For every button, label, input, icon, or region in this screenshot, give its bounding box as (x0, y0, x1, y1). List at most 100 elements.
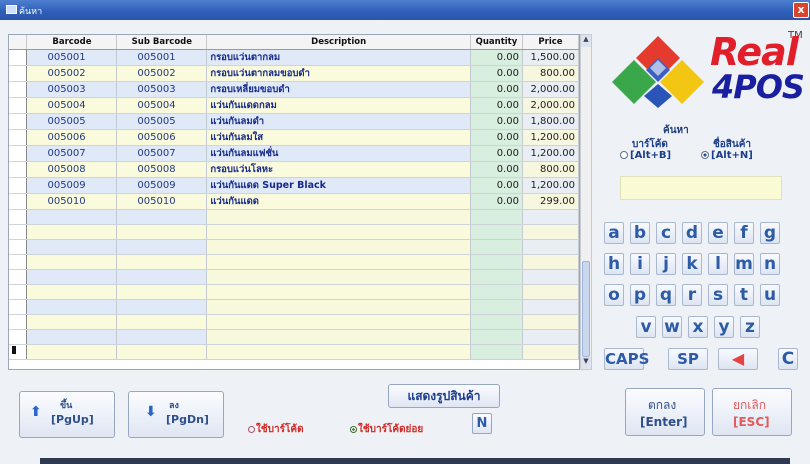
key-l[interactable]: l (708, 253, 728, 275)
price-cell[interactable]: 1,200.00 (522, 129, 579, 146)
price-cell[interactable]: 1,200.00 (522, 177, 579, 194)
cancel-button[interactable]: ยกเลิก [ESC] (712, 388, 792, 436)
empty-cell[interactable] (26, 299, 118, 315)
n-button[interactable]: N (472, 413, 492, 434)
empty-cell[interactable] (26, 314, 118, 330)
key-h[interactable]: h (604, 253, 624, 275)
sub-barcode-cell[interactable]: 005004 (116, 97, 208, 114)
empty-row[interactable] (9, 269, 579, 285)
key-r[interactable]: r (682, 284, 702, 306)
table-row[interactable]: 005005 005005 แว่นกันลมดำ 0.00 1,800.00 (9, 113, 579, 130)
key-m[interactable]: m (734, 253, 754, 275)
caps-key[interactable]: CAPS (604, 348, 649, 370)
product-grid[interactable]: Barcode Sub Barcode Description Quantity… (8, 34, 580, 370)
key-p[interactable]: p (630, 284, 650, 306)
empty-row[interactable] (9, 329, 579, 345)
row-indicator[interactable] (9, 81, 28, 98)
description-cell[interactable]: แว่นกันลมแฟชั่น (206, 145, 471, 162)
sub-barcode-cell[interactable]: 005006 (116, 129, 208, 146)
key-s[interactable]: s (708, 284, 728, 306)
close-button[interactable]: x (793, 2, 809, 18)
quantity-cell[interactable]: 0.00 (470, 113, 523, 130)
barcode-cell[interactable]: 005008 (26, 161, 118, 178)
barcode-cell[interactable]: 005006 (26, 129, 118, 146)
empty-row[interactable] (9, 284, 579, 300)
empty-cell[interactable] (26, 329, 118, 345)
empty-cell[interactable] (116, 314, 208, 330)
row-indicator[interactable] (9, 314, 28, 330)
empty-row[interactable] (9, 344, 579, 360)
key-k[interactable]: k (682, 253, 702, 275)
empty-row[interactable] (9, 299, 579, 315)
barcode-cell[interactable]: 005009 (26, 177, 118, 194)
space-key[interactable]: SP (668, 348, 708, 370)
description-cell[interactable]: แว่นกันแดดกลม (206, 97, 471, 114)
empty-cell[interactable] (470, 284, 523, 300)
empty-cell[interactable] (522, 314, 579, 330)
quantity-cell[interactable]: 0.00 (470, 193, 523, 210)
sub-barcode-cell[interactable]: 005010 (116, 193, 208, 210)
empty-cell[interactable] (470, 299, 523, 315)
row-indicator[interactable] (9, 224, 28, 240)
quantity-cell[interactable]: 0.00 (470, 49, 523, 66)
empty-cell[interactable] (116, 254, 208, 270)
search-by-name-radio[interactable]: ชื่อสินค้า [Alt+N] (701, 139, 753, 161)
key-j[interactable]: j (656, 253, 676, 275)
quantity-cell[interactable]: 0.00 (470, 65, 523, 82)
col-sub-barcode[interactable]: Sub Barcode (116, 35, 208, 50)
empty-cell[interactable] (206, 209, 471, 225)
empty-cell[interactable] (470, 224, 523, 240)
empty-cell[interactable] (206, 224, 471, 240)
empty-cell[interactable] (522, 254, 579, 270)
row-indicator[interactable] (9, 299, 28, 315)
sub-barcode-cell[interactable]: 005007 (116, 145, 208, 162)
ok-button[interactable]: ตกลง [Enter] (625, 388, 705, 436)
table-row[interactable]: 005008 005008 กรอบแว่นโลหะ 0.00 800.00 (9, 161, 579, 178)
key-d[interactable]: d (682, 222, 702, 244)
row-indicator[interactable] (9, 145, 28, 162)
empty-row[interactable] (9, 239, 579, 255)
sub-barcode-cell[interactable]: 005005 (116, 113, 208, 130)
price-cell[interactable]: 800.00 (522, 65, 579, 82)
empty-cell[interactable] (522, 209, 579, 225)
table-row[interactable]: 005009 005009 แว่นกันแดด Super Black 0.00 1,… (9, 177, 579, 194)
show-product-picture-button[interactable]: แสดงรูปสินค้า (388, 384, 500, 408)
empty-cell[interactable] (26, 269, 118, 285)
empty-row[interactable] (9, 209, 579, 225)
sub-barcode-cell[interactable]: 005003 (116, 81, 208, 98)
row-indicator[interactable] (9, 129, 28, 146)
table-row[interactable]: 005003 005003 กรอบเหลี่ยมขอบดำ 0.00 2,000.00 (9, 81, 579, 98)
row-indicator[interactable] (9, 254, 28, 270)
empty-cell[interactable] (470, 254, 523, 270)
quantity-cell[interactable]: 0.00 (470, 177, 523, 194)
empty-cell[interactable] (206, 299, 471, 315)
row-indicator[interactable] (9, 161, 28, 178)
row-indicator[interactable] (9, 65, 28, 82)
empty-cell[interactable] (206, 254, 471, 270)
row-indicator[interactable] (9, 49, 28, 66)
empty-cell[interactable] (206, 329, 471, 345)
quantity-cell[interactable]: 0.00 (470, 129, 523, 146)
use-sub-barcode-radio[interactable]: ใช้บาร์โค้ดย่อย (350, 424, 423, 435)
empty-cell[interactable] (470, 314, 523, 330)
empty-cell[interactable] (470, 209, 523, 225)
barcode-cell[interactable]: 005010 (26, 193, 118, 210)
barcode-cell[interactable]: 005001 (26, 49, 118, 66)
row-indicator[interactable] (9, 329, 28, 345)
page-down-button[interactable]: ⬇ ลง [PgDn] (128, 391, 224, 438)
empty-cell[interactable] (116, 224, 208, 240)
sub-barcode-cell[interactable]: 005009 (116, 177, 208, 194)
empty-cell[interactable] (26, 344, 118, 360)
grid-scrollbar[interactable]: ▲ ▼ (580, 34, 592, 370)
description-cell[interactable]: แว่นกันแดด (206, 193, 471, 210)
key-b[interactable]: b (630, 222, 650, 244)
page-up-button[interactable]: ⬆ ขึ้น [PgUp] (19, 391, 115, 438)
col-description[interactable]: Description (206, 35, 471, 50)
col-quantity[interactable]: Quantity (470, 35, 523, 50)
sub-barcode-cell[interactable]: 005008 (116, 161, 208, 178)
empty-cell[interactable] (470, 269, 523, 285)
empty-row[interactable] (9, 314, 579, 330)
use-barcode-radio[interactable]: ใช้บาร์โค้ด (248, 424, 304, 435)
empty-cell[interactable] (116, 344, 208, 360)
table-row[interactable]: 005001 005001 กรอบแว่นตากลม 0.00 1,500.00 (9, 49, 579, 66)
